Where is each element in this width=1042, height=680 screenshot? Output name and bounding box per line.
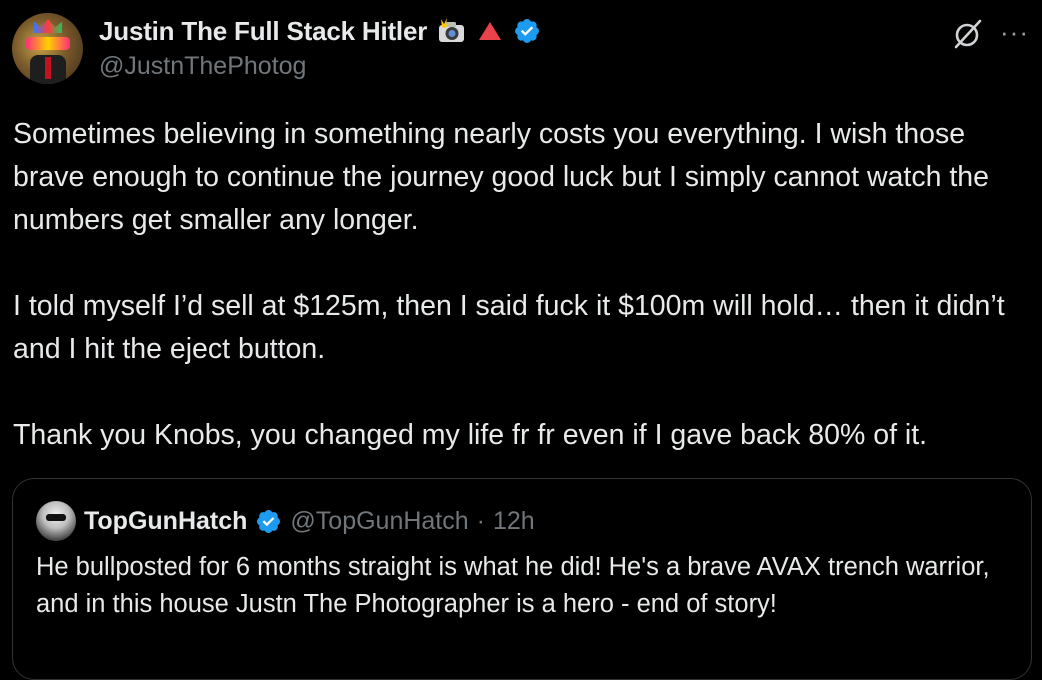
red-triangle-emoji-icon [477, 20, 503, 42]
quoted-tweet-header: TopGunHatch @TopGunHatch · 12h [36, 501, 535, 541]
quoted-author-display-name[interactable]: TopGunHatch [84, 507, 247, 536]
avatar-tie-detail [45, 57, 51, 79]
verified-badge-icon[interactable] [513, 17, 541, 45]
quoted-tweet-body: He bullposted for 6 months straight is w… [36, 553, 990, 618]
tweet-paragraph: Thank you Knobs, you changed my life fr … [13, 419, 928, 451]
camera-flash-emoji-icon [437, 18, 467, 44]
tweet-body: Sometimes believing in something nearly … [13, 113, 1033, 457]
author-display-name[interactable]: Justin The Full Stack Hitler [99, 16, 427, 47]
more-options-icon[interactable]: ··· [1000, 19, 1034, 45]
avatar-glasses-detail [26, 37, 70, 50]
grok-icon[interactable] [951, 17, 985, 51]
author-handle[interactable]: @JustnThePhotog [99, 52, 306, 81]
author-name-row: Justin The Full Stack Hitler [99, 14, 541, 48]
quoted-meta-separator: · [476, 506, 485, 535]
tweet-paragraph: Sometimes believing in something nearly … [13, 118, 989, 236]
quoted-author-handle[interactable]: @TopGunHatch [290, 507, 468, 536]
quoted-author-avatar[interactable] [36, 501, 76, 541]
tweet-paragraph: I told myself I’d sell at $125m, then I … [13, 290, 1005, 365]
verified-badge-icon[interactable] [255, 508, 282, 535]
quoted-avatar-visor-detail [46, 514, 66, 521]
quoted-tweet[interactable]: TopGunHatch @TopGunHatch · 12h He bullpo… [12, 478, 1032, 680]
author-avatar[interactable] [12, 13, 83, 84]
tweet: Justin The Full Stack Hitler @JustnThePh… [0, 0, 1042, 680]
quoted-timestamp[interactable]: 12h [493, 507, 535, 536]
avatar-crown-detail [34, 19, 62, 33]
